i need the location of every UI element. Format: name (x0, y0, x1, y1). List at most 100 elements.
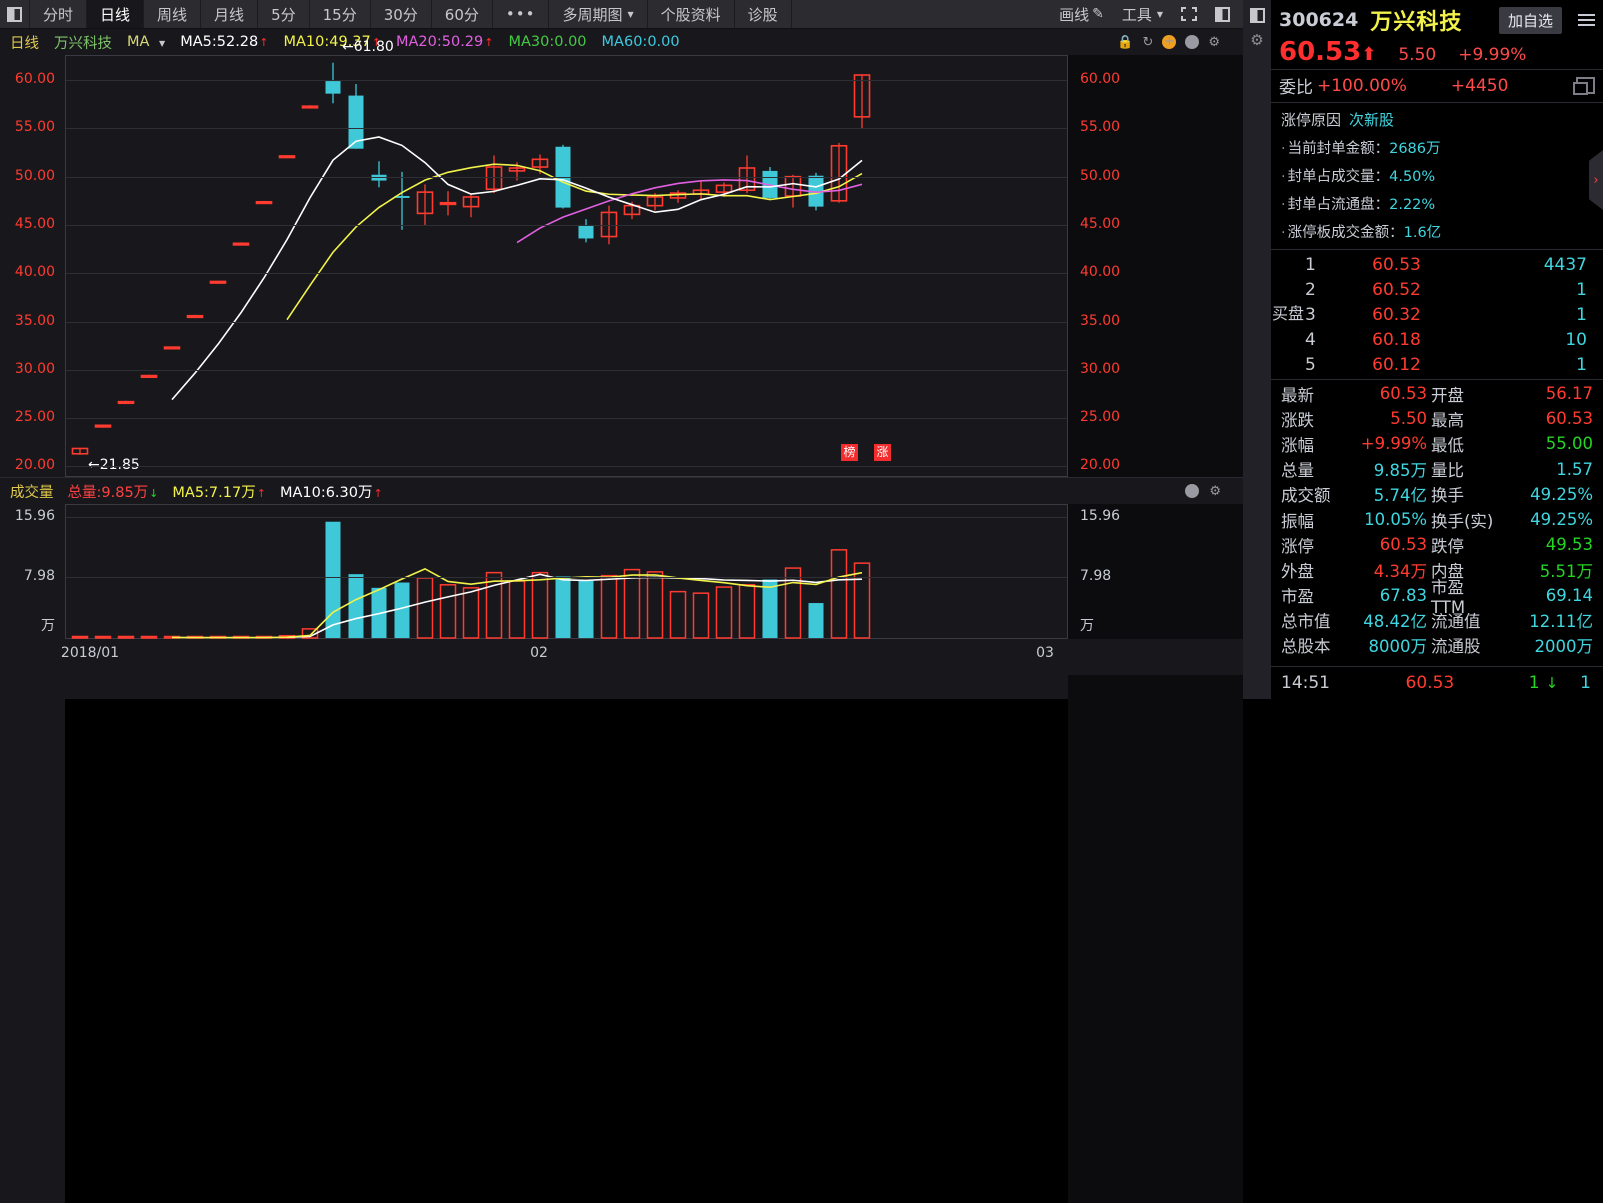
tick-count: 1 (1580, 673, 1591, 693)
panel-toggle-icon[interactable] (0, 0, 30, 28)
order-volume: 1 (1576, 304, 1587, 325)
statistics-row: 振幅 10.05% 换手(实) 49.25% (1271, 507, 1603, 532)
stat-value: 10.05% (1364, 510, 1427, 530)
order-price: 60.18 (1372, 329, 1421, 350)
stat-value: 5.51万 (1539, 561, 1593, 581)
lock-icon[interactable]: 🔒 (1117, 35, 1133, 50)
stat-value: 69.14 (1545, 585, 1593, 605)
order-volume: 1 (1576, 354, 1587, 375)
date-tick-label: 03 (1036, 645, 1054, 661)
panel-toggle-icon[interactable] (1249, 8, 1265, 23)
indicator-selector[interactable]: MA ▼ (127, 34, 165, 50)
rank-badge[interactable]: 榜 (841, 444, 858, 461)
price-tick-label: 20.00 (1080, 457, 1121, 474)
statistics-row: 最新 60.53 开盘 56.17 (1271, 381, 1603, 406)
tools-button[interactable]: 工具 ▼ (1113, 4, 1172, 25)
gridline (66, 321, 1067, 323)
last-tick-row: 14:51 60.53 1 ↓ 1 (1271, 666, 1603, 699)
volume-axis-right: 15.96 7.98 万 (1068, 504, 1243, 1203)
stat-value: 49.25% (1530, 510, 1593, 530)
stat-label: 开盘 (1431, 385, 1464, 405)
ratio-value: +100.00% (1317, 75, 1407, 96)
layout-toggle-button[interactable] (1206, 6, 1239, 22)
volume-plot-area[interactable] (65, 504, 1068, 639)
panel-rail: ⚙ (1243, 0, 1271, 699)
period-tab-15min[interactable]: 15分 (310, 0, 371, 28)
diagnose-button[interactable]: 诊股 (735, 0, 792, 28)
limit-up-badge[interactable]: 涨 (874, 444, 891, 461)
legend-stock-name: 万兴科技 (54, 35, 112, 52)
order-book-row[interactable]: 3 60.32 1 (1305, 302, 1603, 327)
stat-value: 67.83 (1379, 585, 1427, 605)
stat-label: 涨跌 (1281, 410, 1314, 430)
period-tab-5min[interactable]: 5分 (258, 0, 310, 28)
volume-tick-label: 15.96 (14, 507, 55, 524)
tick-time: 14:51 (1281, 673, 1330, 693)
period-more-icon[interactable]: ••• (493, 0, 550, 28)
price-tick-label: 30.00 (14, 360, 55, 377)
gear-icon[interactable]: ⚙ (1208, 35, 1220, 50)
stock-info-button[interactable]: 个股资料 (648, 0, 735, 28)
chart-tool-group: 🔒 ↻ + − ⚙ (1117, 29, 1220, 55)
stat-label: 换手(实) (1431, 511, 1494, 531)
gridline (66, 224, 1067, 226)
hamburger-icon[interactable] (1574, 14, 1595, 26)
gridline (66, 577, 1067, 579)
ratio-diff: +4450 (1450, 75, 1509, 96)
statistics-row: 涨幅 +9.99% 最低 55.00 (1271, 431, 1603, 456)
close-icon[interactable]: ✕ (1185, 484, 1200, 498)
stat-label: 流通值 (1431, 612, 1481, 632)
expand-icon (1181, 7, 1197, 21)
zoom-out-icon[interactable]: − (1185, 35, 1200, 49)
period-tab-fenshi[interactable]: 分时 (30, 0, 88, 28)
stat-label: 市盈 (1281, 587, 1314, 607)
gear-icon[interactable]: ⚙ (1250, 31, 1263, 49)
date-tick-label: 02 (530, 645, 548, 661)
stat-label: 最高 (1431, 410, 1464, 430)
volume-chart[interactable]: 15.96 7.98 万 15.96 7.98 万 (0, 504, 1243, 1203)
multi-period-button[interactable]: 多周期图 ▼ (549, 0, 648, 28)
stat-value: 2000万 (1534, 637, 1594, 657)
price-tick-label: 55.00 (1080, 119, 1121, 136)
price-chart[interactable]: 60.00 55.00 50.00 45.00 40.00 35.00 30.00 25.00… (0, 39, 1243, 754)
date-tick-label: 2018/01 (60, 645, 120, 661)
chevron-down-icon: ▼ (1156, 9, 1163, 19)
panel-toggle-glyph (7, 6, 22, 22)
gridline (66, 516, 1067, 518)
order-book-row[interactable]: 5 60.12 1 (1305, 352, 1603, 377)
ma60-value: MA60:0.00 (601, 34, 680, 50)
quote-header: 300624 万兴科技 加自选 60.53⬆ 5.50 +9.99% (1271, 0, 1603, 69)
period-tab-60min[interactable]: 60分 (432, 0, 493, 28)
refresh-icon[interactable]: ↻ (1142, 35, 1153, 50)
copy-icon[interactable] (1573, 77, 1595, 95)
draw-line-label: 画线 (1059, 5, 1090, 24)
stat-label: 跌停 (1431, 536, 1464, 556)
order-book-row[interactable]: 2 60.52 1 (1305, 277, 1603, 302)
order-index: 1 (1305, 254, 1316, 275)
quote-title-row: 300624 万兴科技 加自选 (1279, 4, 1595, 36)
gear-icon[interactable]: ⚙ (1209, 484, 1221, 499)
stat-value: 5.50 (1390, 409, 1427, 429)
order-book-row[interactable]: 1 60.53 4437 (1305, 252, 1603, 277)
ratio-label: 委比 (1279, 78, 1313, 98)
order-book-row[interactable]: 4 60.18 10 (1305, 327, 1603, 352)
period-tab-30min[interactable]: 30分 (371, 0, 432, 28)
price-tick-label: 45.00 (14, 215, 55, 232)
zoom-in-icon[interactable]: + (1162, 35, 1177, 49)
add-favorite-button[interactable]: 加自选 (1498, 6, 1562, 34)
stat-label: 最低 (1431, 435, 1464, 455)
ma5-value: MA5:52.28↑ (180, 34, 269, 50)
fullscreen-button[interactable] (1172, 7, 1206, 21)
period-tab-monthly[interactable]: 月线 (201, 0, 259, 28)
period-tab-daily[interactable]: 日线 (87, 0, 145, 28)
stat-label: 流通股 (1431, 637, 1481, 657)
gridline (66, 418, 1067, 420)
draw-line-button[interactable]: 画线 ✎ (1050, 4, 1113, 25)
low-annotation: ←21.85 (88, 456, 140, 473)
stat-label: 涨停 (1281, 536, 1314, 556)
price-plot-area[interactable]: ←61.80 ←21.85 榜 涨 (65, 39, 1068, 477)
tools-label: 工具 (1121, 5, 1152, 24)
stat-label: 换手 (1431, 486, 1464, 506)
period-tab-weekly[interactable]: 周线 (144, 0, 202, 28)
stat-value: 56.17 (1545, 384, 1593, 404)
